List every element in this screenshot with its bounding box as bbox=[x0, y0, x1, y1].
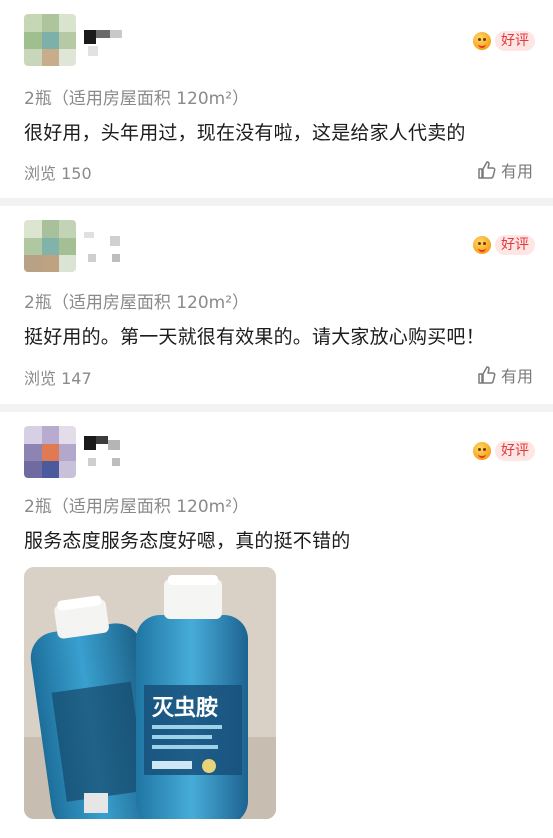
good-review-badge: 好评 bbox=[473, 234, 535, 256]
smile-icon bbox=[473, 32, 491, 50]
product-photo-icon: 灭虫胺 bbox=[24, 567, 276, 819]
username[interactable] bbox=[84, 434, 128, 468]
divider bbox=[0, 198, 553, 206]
username[interactable] bbox=[84, 230, 128, 264]
review-photo[interactable]: 灭虫胺 bbox=[24, 567, 276, 819]
smile-icon bbox=[473, 236, 491, 254]
thumbs-up-icon bbox=[478, 366, 496, 384]
divider bbox=[0, 404, 553, 412]
smile-icon bbox=[473, 442, 491, 460]
product-spec: 2瓶（适用房屋面积 120m²） bbox=[24, 497, 250, 517]
review-card: 好评 2瓶（适用房屋面积 120m²） 挺好用的。第一天就很有效果的。请大家放心… bbox=[0, 206, 553, 404]
review-text: 挺好用的。第一天就很有效果的。请大家放心购买吧！ bbox=[24, 326, 485, 348]
review-text: 服务态度服务态度好嗯，真的挺不错的 bbox=[24, 530, 351, 552]
helpful-label: 有用 bbox=[500, 367, 533, 386]
product-spec: 2瓶（适用房屋面积 120m²） bbox=[24, 89, 250, 109]
view-count: 浏览 147 bbox=[24, 369, 92, 388]
good-review-badge: 好评 bbox=[473, 440, 535, 462]
badge-label: 好评 bbox=[495, 31, 535, 51]
bottle-label: 灭虫胺 bbox=[152, 695, 218, 721]
review-card: 好评 2瓶（适用房屋面积 120m²） 很好用，头年用过，现在没有啦，这是给家人… bbox=[0, 0, 553, 200]
avatar[interactable] bbox=[24, 14, 76, 66]
badge-label: 好评 bbox=[495, 235, 535, 255]
product-spec: 2瓶（适用房屋面积 120m²） bbox=[24, 293, 250, 313]
thumbs-up-icon bbox=[478, 161, 496, 179]
helpful-button[interactable]: 有用 bbox=[477, 158, 533, 182]
avatar[interactable] bbox=[24, 220, 76, 272]
badge-label: 好评 bbox=[495, 441, 535, 461]
helpful-label: 有用 bbox=[500, 162, 533, 181]
view-count: 浏览 150 bbox=[24, 164, 92, 183]
avatar[interactable] bbox=[24, 426, 76, 478]
good-review-badge: 好评 bbox=[473, 30, 535, 52]
username[interactable] bbox=[84, 26, 128, 60]
review-text: 很好用，头年用过，现在没有啦，这是给家人代卖的 bbox=[24, 122, 466, 144]
helpful-button[interactable]: 有用 bbox=[477, 363, 533, 387]
